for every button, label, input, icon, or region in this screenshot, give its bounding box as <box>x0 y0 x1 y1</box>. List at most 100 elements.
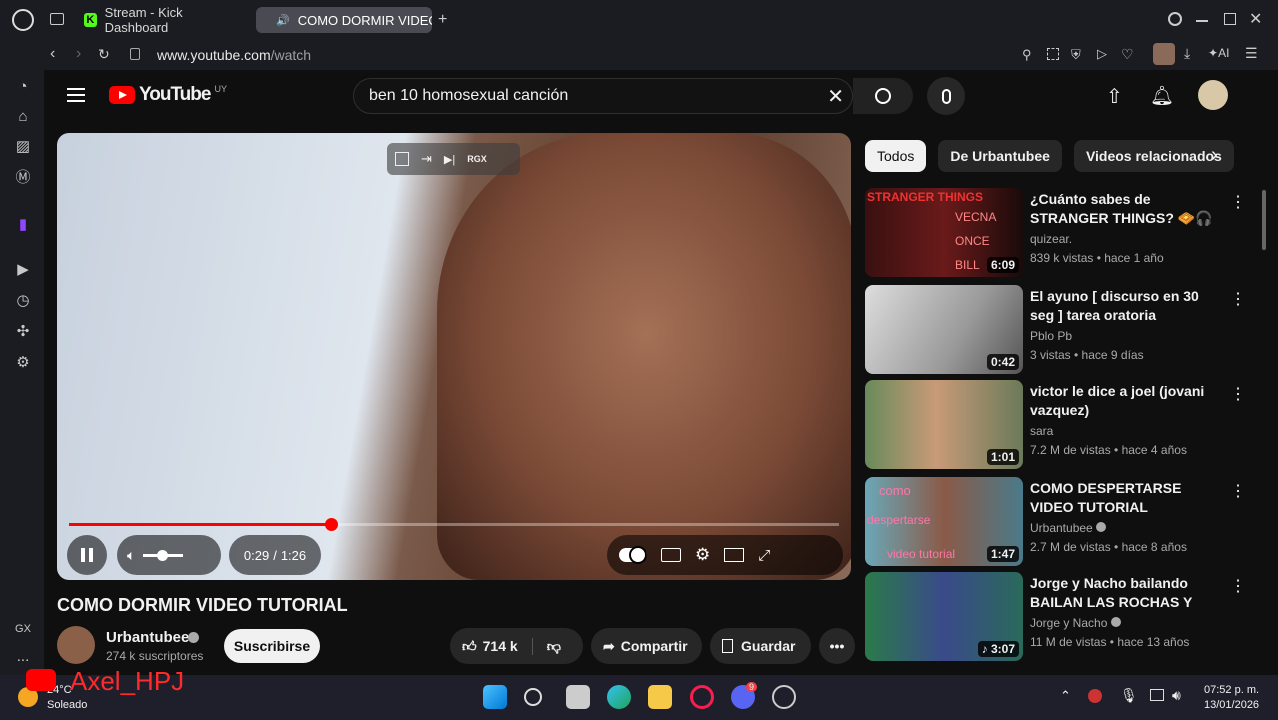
download-icon[interactable]: ⤓ <box>1184 45 1190 62</box>
theater-mode-icon[interactable] <box>724 548 745 562</box>
rec-channel[interactable]: sara <box>1030 424 1053 438</box>
microphone-tray-icon[interactable]: 🎙︎ <box>1120 687 1138 704</box>
kebab-menu-icon[interactable]: ⋮ <box>1230 384 1246 404</box>
gx-corner-icon[interactable]: ⌂ <box>14 108 32 126</box>
tab-manager-icon[interactable] <box>50 13 64 25</box>
notifications-bell-icon[interactable]: 🔔︎ <box>1150 84 1174 108</box>
search-tabs-icon[interactable] <box>1168 12 1182 26</box>
gx-label[interactable]: GX <box>14 620 32 638</box>
rgx-badge[interactable]: RGX <box>467 154 487 164</box>
play-pause-button[interactable] <box>67 535 107 575</box>
kebab-menu-icon[interactable]: ⋮ <box>1230 481 1246 501</box>
upload-icon[interactable]: ⇧ <box>1106 84 1123 109</box>
rec-channel[interactable]: quizear. <box>1030 232 1072 246</box>
recommendation-item[interactable]: STRANGER THINGS VECNA ONCE BILL 6:09 ¿Cu… <box>865 188 1265 282</box>
search-taskbar-icon[interactable] <box>524 688 542 706</box>
recommendation-item[interactable]: como despertarse video tutorial 1:47 COM… <box>865 477 1265 571</box>
more-actions-button[interactable]: ••• <box>819 628 855 664</box>
chips-next-icon[interactable]: › <box>1211 144 1218 167</box>
file-explorer-icon[interactable] <box>648 685 672 709</box>
snapshot-icon[interactable] <box>1047 48 1059 60</box>
tray-app-icon[interactable] <box>1088 689 1102 703</box>
recommendation-item[interactable]: 0:42 El ayuno [ discurso en 30 seg ] tar… <box>865 285 1265 379</box>
search-input[interactable]: ben 10 homosexual canción ✕ <box>353 78 853 114</box>
rec-channel[interactable]: Pblo Pb <box>1030 329 1072 343</box>
settings-icon[interactable]: ⚙ <box>14 354 32 372</box>
heart-icon[interactable]: ♡ <box>1121 46 1134 63</box>
like-button[interactable]: 👍︎ 714 k <box>450 637 533 655</box>
save-button[interactable]: Guardar <box>710 628 811 664</box>
next-icon[interactable]: ▶| <box>444 153 455 166</box>
maximize-button[interactable] <box>1224 13 1236 25</box>
volume-control[interactable]: 🔈︎ <box>117 535 221 575</box>
clear-search-icon[interactable]: ✕ <box>827 84 844 109</box>
chip-todos[interactable]: Todos <box>865 140 927 172</box>
recommendation-item[interactable]: 1:01 victor le dice a joel (jovani vazqu… <box>865 380 1265 474</box>
edge-icon[interactable] <box>607 685 631 709</box>
forward-button[interactable]: › <box>76 45 81 63</box>
search-button[interactable] <box>853 78 913 114</box>
dislike-button[interactable]: 👎︎ <box>533 638 561 655</box>
new-tab-button[interactable]: + <box>438 11 447 29</box>
chip-videos-relacionados[interactable]: Videos relacionados <box>1073 140 1234 172</box>
task-view-icon[interactable] <box>566 685 590 709</box>
speaker-icon[interactable]: 🔊︎ <box>1172 687 1181 704</box>
history-icon[interactable]: ◷ <box>14 292 32 310</box>
fullscreen-icon[interactable]: ⤢ <box>758 547 770 564</box>
network-icon[interactable] <box>1150 689 1164 701</box>
kebab-menu-icon[interactable]: ⋮ <box>1230 576 1246 596</box>
twitch-icon[interactable]: ▮ <box>14 216 32 234</box>
video-player[interactable]: ⇥ ▶| RGX 🔈︎ 0:29 / 1:26 ⚙ ⤢ <box>57 133 851 580</box>
ai-button[interactable]: ✦AI <box>1208 46 1229 60</box>
volume-slider[interactable] <box>143 549 184 561</box>
menu-icon[interactable] <box>67 88 85 102</box>
site-info-icon[interactable] <box>130 48 140 60</box>
windows-start-icon[interactable] <box>483 685 507 709</box>
url-field[interactable]: www.youtube.com/watch <box>157 47 311 63</box>
player-icon[interactable]: ▶ <box>14 261 32 279</box>
back-button[interactable]: ‹ <box>50 45 55 63</box>
rec-channel[interactable]: Jorge y Nacho <box>1030 616 1121 630</box>
easy-setup-icon[interactable]: ☰ <box>1245 45 1258 62</box>
reload-button[interactable]: ↻ <box>98 46 110 63</box>
recommendation-item[interactable]: ♪ 3:07 Jorge y Nacho bailando BAILAN LAS… <box>865 572 1265 666</box>
account-avatar[interactable] <box>1198 80 1228 110</box>
minimize-button[interactable] <box>1196 20 1208 22</box>
chip-de-urbantubee[interactable]: De Urbantubee <box>938 140 1062 172</box>
extensions-icon[interactable]: ✣ <box>14 323 32 341</box>
youtube-logo[interactable]: YouTube UY <box>109 84 227 106</box>
more-sidebar-button[interactable]: ... <box>14 648 32 666</box>
voice-search-button[interactable] <box>927 77 965 115</box>
rec-channel[interactable]: Urbantubee <box>1030 521 1107 535</box>
popout-icon[interactable] <box>395 152 409 166</box>
profile-avatar-icon[interactable] <box>1153 43 1175 65</box>
subscribe-button[interactable]: Suscribirse <box>224 629 320 663</box>
channel-avatar[interactable] <box>57 626 95 664</box>
channel-name[interactable]: Urbantubee <box>106 629 189 646</box>
settings-gear-icon[interactable]: ⚙ <box>695 545 710 565</box>
kebab-menu-icon[interactable]: ⋮ <box>1230 192 1246 212</box>
share-button[interactable]: ➦ Compartir <box>591 628 702 664</box>
clock-date[interactable]: 13/01/2026 <box>1204 699 1259 711</box>
opera-gx-taskbar-icon[interactable] <box>690 685 714 709</box>
autoplay-toggle[interactable] <box>619 546 647 564</box>
pin-icon[interactable]: ⚲ <box>1022 47 1032 63</box>
exit-icon[interactable]: ⇥ <box>421 151 432 167</box>
page-scrollbar[interactable] <box>1262 190 1266 250</box>
show-hidden-icons[interactable]: ⌃ <box>1060 688 1071 704</box>
tab-youtube-video[interactable]: 🔊 COMO DORMIR VIDEO <box>256 7 432 33</box>
opera-gx-logo-icon[interactable] <box>12 9 34 31</box>
progress-scrubber[interactable] <box>325 518 338 531</box>
shield-icon[interactable]: ⛨ <box>1071 47 1081 63</box>
close-window-button[interactable]: ✕ <box>1249 9 1262 29</box>
app-icon[interactable] <box>772 685 796 709</box>
subtitles-icon[interactable] <box>661 548 681 562</box>
gx-control-icon[interactable]: ▨ <box>14 138 32 156</box>
kebab-menu-icon[interactable]: ⋮ <box>1230 289 1246 309</box>
play-icon[interactable]: ▷ <box>1097 46 1107 62</box>
tab-kick-dashboard[interactable]: K Stream - Kick Dashboard <box>72 5 248 35</box>
messenger-icon[interactable]: Ⓜ <box>14 169 32 187</box>
audio-playing-icon[interactable]: 🔊 <box>276 14 290 27</box>
clock-time[interactable]: 07:52 p. m. <box>1204 684 1259 696</box>
speed-dial-icon[interactable]: ◔ <box>14 78 32 96</box>
